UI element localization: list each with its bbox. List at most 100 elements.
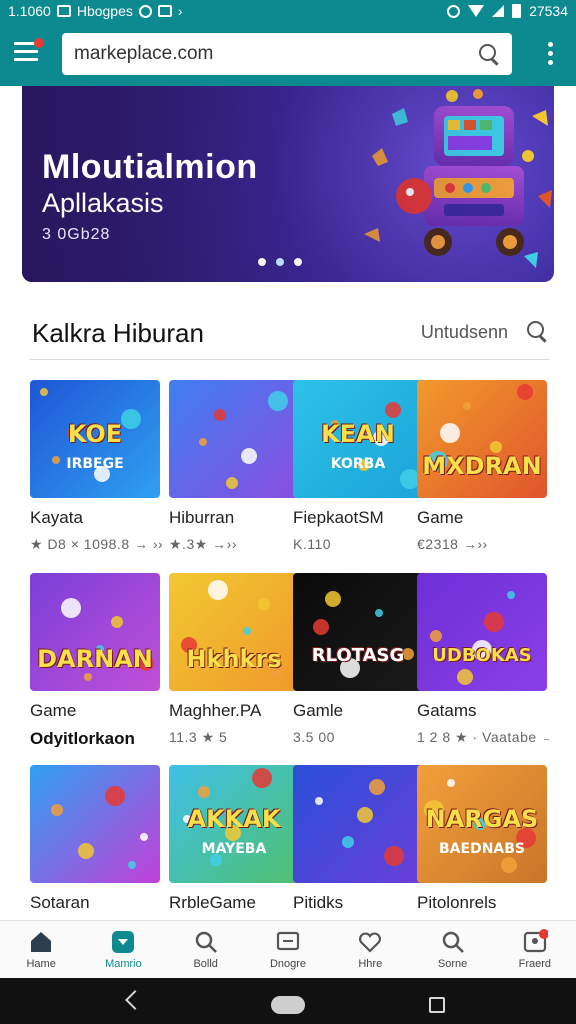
app-thumbnail-title: AKKAK	[187, 805, 281, 833]
app-thumbnail[interactable]: NARGAS BAEDNABS	[417, 765, 547, 883]
app-thumbnail[interactable]: UDBOKAS	[417, 573, 547, 691]
nav-label: Hhre	[358, 958, 383, 970]
app-meta: K.110	[293, 536, 332, 552]
app-card[interactable]: MXDRAN Game €2318 →››	[417, 380, 549, 554]
apps-icon	[110, 929, 136, 955]
nav-label: Bolld	[193, 958, 218, 970]
app-name: Gatams	[417, 701, 477, 720]
app-thumbnail-title: NARGAS	[425, 805, 539, 833]
app-name: Kayata	[30, 508, 83, 527]
app-thumbnail-title: MXDRAN	[422, 452, 542, 480]
nav-item[interactable]: Fraerd	[494, 921, 576, 978]
app-thumbnail[interactable]: RLOTASG	[293, 573, 423, 691]
app-card[interactable]: DARNAN Game Odyitlorkaon	[30, 573, 162, 747]
carousel-dot[interactable]	[276, 258, 284, 266]
nav-label: Dnogre	[269, 958, 307, 970]
search-icon[interactable]	[478, 43, 500, 65]
app-thumbnail-title: Hkhkrs	[186, 645, 282, 673]
app-thumbnail[interactable]	[30, 765, 160, 883]
app-meta: Odyitlorkaon	[30, 729, 135, 747]
app-card[interactable]: Pitidks	[293, 765, 425, 939]
app-name: Pitolonrels	[417, 893, 497, 912]
home-icon	[28, 929, 54, 955]
app-card[interactable]: UDBOKAS Gatams 1 2 8 ★ · Vaatabe →›	[417, 573, 549, 747]
app-name: Maghher.PA	[169, 701, 262, 720]
app-artwork	[313, 591, 414, 678]
status-notification-text: Hbogpes	[76, 3, 133, 19]
section-title: Kalkra Hiburan	[32, 318, 204, 348]
app-thumbnail-title: UDBOKAS	[432, 645, 532, 666]
app-thumbnail-title: KOE	[67, 420, 123, 448]
section-header: Kalkra Hiburan Untudsenn	[30, 316, 550, 360]
notification-dot	[34, 38, 44, 48]
profile-icon	[522, 929, 549, 955]
banner-title: Mloutialmion	[42, 148, 258, 186]
app-artwork	[199, 391, 288, 489]
app-card[interactable]: KEAN KORBA FiepkaotSM K.110	[293, 380, 425, 554]
nav-item[interactable]: Bolld	[165, 921, 247, 978]
see-more-link[interactable]: Untudsenn	[421, 322, 508, 343]
app-card[interactable]: RLOTASG Gamle 3.5 00	[293, 573, 425, 747]
app-artwork	[181, 580, 282, 678]
app-thumbnail[interactable]: DARNAN	[30, 573, 160, 691]
app-meta: 11.3 ★ 5	[169, 729, 228, 745]
message-icon	[275, 929, 301, 955]
carousel-indicator	[258, 258, 302, 266]
banner-meta: 3 0Gb28	[42, 226, 111, 243]
promo-banner[interactable]: Mloutialmion Apllakasis 3 0Gb28	[22, 86, 554, 282]
app-card[interactable]: NARGAS BAEDNABS Pitolonrels	[417, 765, 549, 939]
app-artwork	[428, 384, 533, 471]
app-card[interactable]: Hiburran ★.3★ →››	[169, 380, 301, 554]
app-meta: ★ D8 × 1098.8 → ››	[30, 536, 162, 552]
nav-item[interactable]: Dnogre	[247, 921, 329, 978]
app-thumbnail[interactable]	[293, 765, 423, 883]
app-card[interactable]: Hkhkrs Maghher.PA 11.3 ★ 5	[169, 573, 301, 747]
app-thumbnail[interactable]: MXDRAN	[417, 380, 547, 498]
home-pill-icon[interactable]	[271, 996, 305, 1014]
signal-icon	[492, 5, 505, 17]
app-name: Sotaran	[30, 893, 90, 912]
status-bar: 1.1060 Hbogpes › 27534	[0, 0, 576, 22]
app-name: Game	[30, 701, 77, 720]
search-bar[interactable]	[62, 33, 512, 75]
app-thumbnail-title: DARNAN	[37, 645, 153, 673]
nav-item[interactable]: Sorne	[411, 921, 493, 978]
status-time: 1.1060	[8, 3, 51, 19]
nav-label: Mamrio	[105, 958, 142, 970]
app-name: Game	[417, 508, 464, 527]
search-icon[interactable]	[526, 320, 548, 342]
battery-icon	[512, 4, 522, 18]
nav-label: Hame	[26, 958, 56, 970]
alarm-icon	[447, 4, 461, 18]
app-thumbnail[interactable]: KOE IRBEGE	[30, 380, 160, 498]
app-thumbnail[interactable]: Hkhkrs	[169, 573, 299, 691]
app-thumbnail-title: RLOTASG	[311, 645, 405, 666]
heart-icon	[357, 929, 383, 955]
nav-item[interactable]: Hhre	[329, 921, 411, 978]
app-thumbnail[interactable]: KEAN KORBA	[293, 380, 423, 498]
nav-item[interactable]: Mamrio	[82, 921, 164, 978]
sync-icon	[138, 4, 152, 18]
carousel-dot[interactable]	[294, 258, 302, 266]
app-artwork	[315, 779, 404, 866]
app-card[interactable]: KOE IRBEGE Kayata ★ D8 × 1098.8 → ››	[30, 380, 162, 554]
app-thumbnail[interactable]	[169, 380, 299, 498]
carousel-dot[interactable]	[258, 258, 266, 266]
app-thumbnail-subtitle: BAEDNABS	[439, 841, 525, 857]
app-card[interactable]: Sotaran	[30, 765, 162, 939]
back-icon[interactable]	[125, 990, 145, 1010]
app-name: FiepkaotSM	[293, 508, 384, 527]
wifi-icon	[468, 5, 485, 17]
app-card[interactable]: AKKAK MAYEBA RrbleGame	[169, 765, 301, 939]
app-thumbnail[interactable]: AKKAK MAYEBA	[169, 765, 299, 883]
recent-apps-icon[interactable]	[429, 997, 445, 1013]
app-thumbnail-subtitle: KORBA	[330, 456, 386, 472]
app-name: RrbleGame	[169, 893, 256, 912]
image-icon	[157, 5, 172, 17]
app-artwork	[430, 591, 515, 685]
search-input[interactable]	[74, 43, 478, 65]
more-options-icon[interactable]	[548, 42, 554, 66]
app-thumbnail-subtitle: IRBEGE	[66, 456, 124, 472]
app-artwork	[51, 786, 148, 869]
nav-item[interactable]: Hame	[0, 921, 82, 978]
